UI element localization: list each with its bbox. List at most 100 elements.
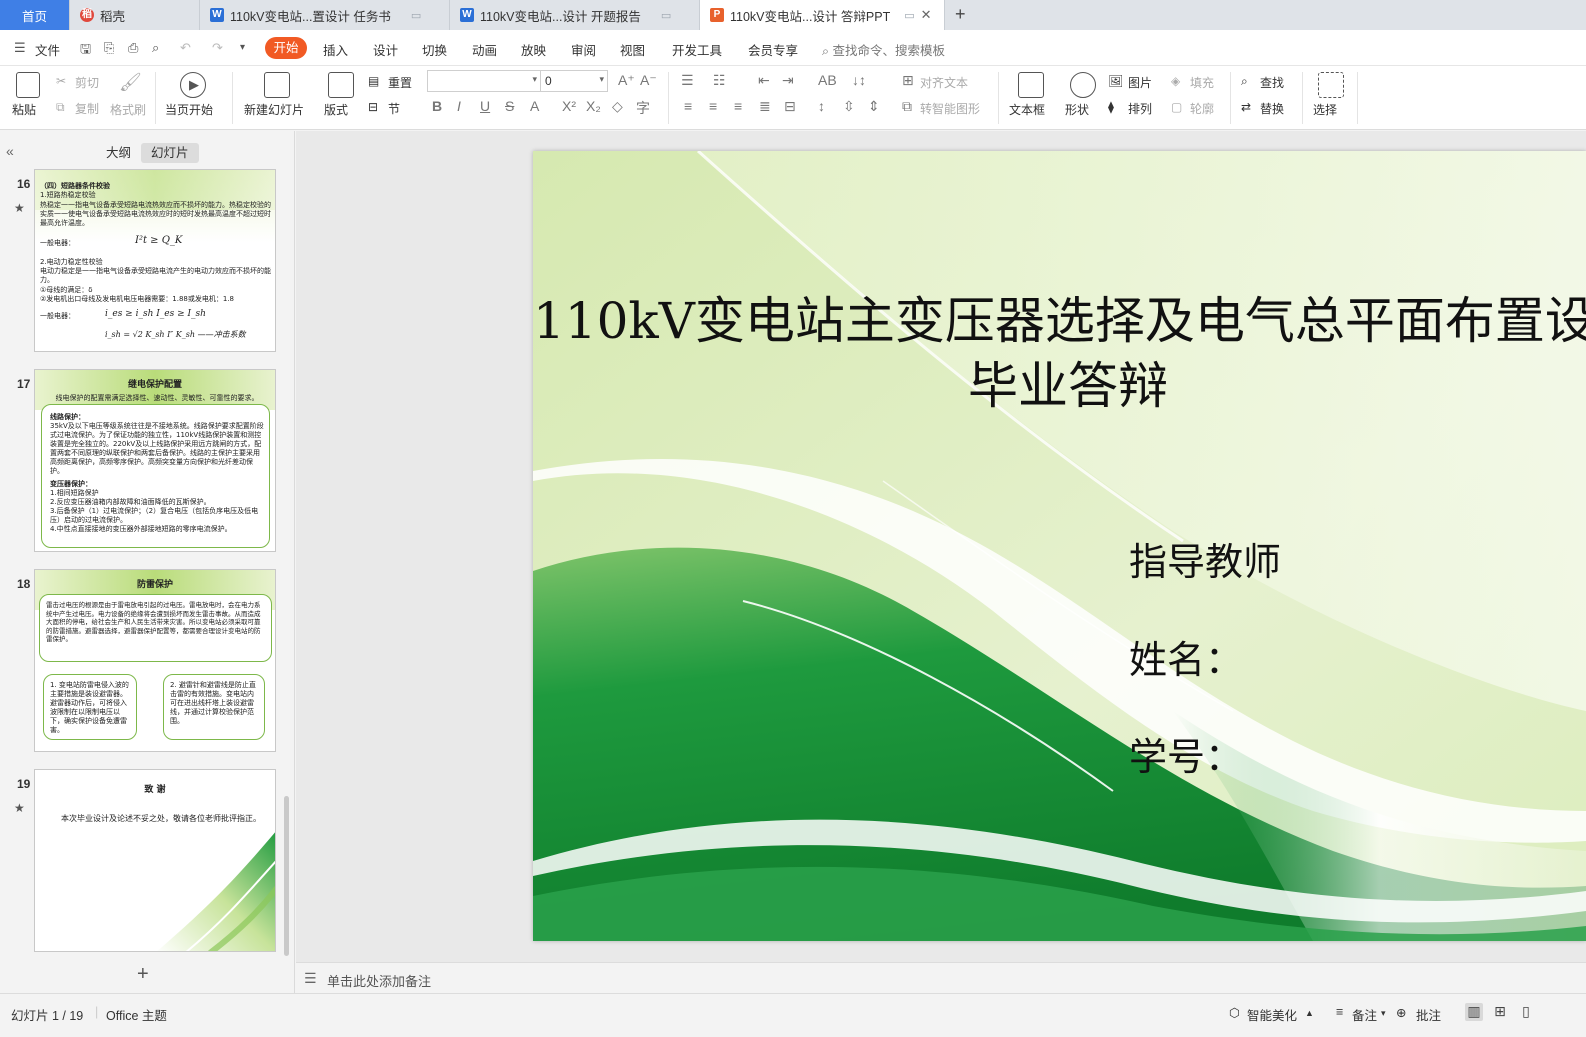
- slide-thumbnail-16[interactable]: （四）短路器条件校验 1.短路热稳定校验 热稳定一一指电气设备承受短路电流热效应…: [34, 169, 276, 352]
- new-slide-icon[interactable]: [264, 72, 290, 98]
- format-painter-button[interactable]: 格式刷: [110, 101, 146, 118]
- current-slide[interactable]: 110kV变电站主变压器选择及电气总平面布置设计 毕业答辩 指导教师 姓名： 学…: [533, 151, 1586, 941]
- align-text-button[interactable]: 对齐文本: [920, 74, 968, 91]
- name-label[interactable]: 姓名：: [1129, 629, 1243, 684]
- replace-button[interactable]: 替换: [1260, 100, 1284, 117]
- phonetic-icon[interactable]: 字: [636, 98, 650, 118]
- export-icon[interactable]: ⎘: [104, 40, 114, 56]
- new-tab-icon[interactable]: +: [955, 4, 966, 25]
- menu-animation[interactable]: 动画: [472, 40, 497, 59]
- distribute-icon[interactable]: ⊟: [784, 98, 796, 115]
- save-icon[interactable]: 🖫: [80, 40, 91, 62]
- advisor-label[interactable]: 指导教师: [1129, 531, 1281, 586]
- find-icon[interactable]: ⌕: [1241, 74, 1248, 89]
- find-button[interactable]: 查找: [1260, 74, 1284, 91]
- tab-close-icon[interactable]: ✕: [921, 7, 932, 23]
- normal-view-icon[interactable]: ▥: [1465, 1003, 1483, 1021]
- reset-button[interactable]: 重置: [388, 74, 412, 91]
- section-icon[interactable]: ⊟: [368, 100, 378, 114]
- beautify-button[interactable]: 智能美化: [1247, 1005, 1297, 1024]
- chevron-up-icon[interactable]: ▲: [1305, 1008, 1314, 1018]
- notes-toggle-button[interactable]: 备注: [1352, 1005, 1377, 1024]
- smart-art-icon[interactable]: ⧉: [902, 98, 912, 115]
- strikethrough-icon[interactable]: S: [505, 98, 514, 114]
- menu-slideshow[interactable]: 放映: [521, 40, 546, 59]
- increase-indent-icon[interactable]: ⇥: [782, 72, 794, 89]
- format-painter-icon[interactable]: 🖌: [119, 72, 142, 93]
- play-icon[interactable]: ▶: [180, 72, 206, 98]
- shapes-icon[interactable]: [1070, 72, 1096, 98]
- tab-defense-ppt[interactable]: P 110kV变电站...设计 答辩PPT ▭ ✕: [700, 0, 945, 30]
- notes-placeholder[interactable]: 单击此处添加备注: [327, 971, 431, 990]
- section-button[interactable]: 节: [388, 100, 400, 117]
- add-slide-icon[interactable]: +: [137, 963, 149, 986]
- tab-task-doc[interactable]: W 110kV变电站...置设计 任务书 ▭: [200, 0, 450, 30]
- font-name-select[interactable]: ▾: [427, 70, 541, 92]
- reading-view-icon[interactable]: ▯: [1517, 1003, 1535, 1021]
- slide-thumbnail-18[interactable]: 防雷保护 雷击过电压的根源是由于雷电放电引起的过电压。雷电放电时，会在电力系统中…: [34, 569, 276, 752]
- increase-font-icon[interactable]: A⁺: [618, 72, 635, 89]
- outline-icon[interactable]: ▢: [1171, 100, 1182, 114]
- slide-thumbnail-17[interactable]: 继电保护配置 线电保护的配置需满足选择性、速动性、灵敏性、可靠性的要求。 线路保…: [34, 369, 276, 552]
- print-preview-icon[interactable]: ⌕: [152, 40, 159, 56]
- menu-review[interactable]: 审阅: [571, 40, 596, 59]
- shapes-button[interactable]: 形状: [1065, 101, 1089, 118]
- fill-icon[interactable]: ◈: [1171, 74, 1180, 88]
- copy-icon[interactable]: ⧉: [56, 100, 65, 115]
- smart-art-button[interactable]: 转智能图形: [920, 100, 980, 117]
- select-button[interactable]: 选择: [1313, 101, 1337, 118]
- align-left-icon[interactable]: ≡: [684, 98, 692, 114]
- arrange-icon[interactable]: ⧫: [1108, 100, 1114, 114]
- play-from-current-button[interactable]: 当页开始: [165, 101, 213, 118]
- columns-icon[interactable]: ⇕: [868, 98, 880, 115]
- tab-pin-icon[interactable]: ▭: [411, 9, 421, 22]
- align-center-icon[interactable]: ≡: [709, 98, 717, 114]
- menu-view[interactable]: 视图: [620, 40, 645, 59]
- quick-access-dropdown-icon[interactable]: ▾: [240, 42, 245, 53]
- command-search[interactable]: ⌕ 查找命令、搜索模板: [822, 40, 945, 59]
- font-color-icon[interactable]: A: [530, 98, 539, 114]
- subscript-icon[interactable]: X₂: [586, 98, 601, 114]
- text-direction-icon[interactable]: AB: [818, 72, 837, 88]
- paragraph-spacing-icon[interactable]: ⇳: [843, 98, 855, 115]
- layout-icon[interactable]: [328, 72, 354, 98]
- tab-home[interactable]: 首页: [0, 0, 70, 30]
- sort-icon[interactable]: ↓↕: [852, 72, 866, 88]
- picture-icon[interactable]: 🖼: [1108, 74, 1123, 88]
- tab-outline[interactable]: 大纲: [96, 143, 141, 163]
- tab-daoke[interactable]: 稻 稻壳: [70, 0, 200, 30]
- numbered-list-icon[interactable]: ☷: [713, 72, 726, 89]
- bullet-list-icon[interactable]: ☰: [681, 72, 694, 89]
- comments-button[interactable]: 批注: [1416, 1005, 1441, 1024]
- decrease-font-icon[interactable]: A⁻: [640, 72, 657, 89]
- tab-slides[interactable]: 幻灯片: [141, 143, 199, 163]
- cut-icon[interactable]: ✂: [56, 74, 66, 88]
- menu-insert[interactable]: 插入: [323, 40, 348, 59]
- align-right-icon[interactable]: ≡: [734, 98, 742, 114]
- redo-icon[interactable]: ↷: [212, 40, 223, 56]
- font-size-select[interactable]: 0 ▾: [540, 70, 608, 92]
- copy-button[interactable]: 复制: [75, 100, 99, 117]
- layout-button[interactable]: 版式: [324, 101, 348, 118]
- clear-format-icon[interactable]: ◇: [612, 98, 623, 115]
- tab-pin-icon[interactable]: ▭: [904, 9, 914, 22]
- cut-button[interactable]: 剪切: [75, 74, 99, 91]
- slide-title[interactable]: 110kV变电站主变压器选择及电气总平面布置设计: [533, 281, 1586, 353]
- theme-name[interactable]: Office 主题: [106, 1005, 167, 1024]
- notes-pane[interactable]: ☰ 单击此处添加备注: [296, 962, 1586, 993]
- fill-button[interactable]: 填充: [1190, 74, 1214, 91]
- collapse-panel-icon[interactable]: «: [6, 143, 14, 159]
- paste-button[interactable]: 粘贴: [12, 101, 36, 118]
- print-icon[interactable]: ⎙: [128, 40, 138, 56]
- menu-member[interactable]: 会员专享: [748, 40, 798, 59]
- arrange-button[interactable]: 排列: [1128, 100, 1152, 117]
- menu-file[interactable]: 文件: [35, 40, 60, 59]
- bold-icon[interactable]: B: [432, 98, 442, 114]
- decrease-indent-icon[interactable]: ⇤: [758, 72, 770, 89]
- panel-scrollbar[interactable]: [284, 796, 289, 956]
- slide-thumbnail-19[interactable]: 致 谢 本次毕业设计及论述不妥之处，敬请各位老师批评指正。: [34, 769, 276, 952]
- undo-icon[interactable]: ↶: [180, 40, 191, 56]
- hamburger-menu-icon[interactable]: ☰: [14, 40, 26, 56]
- tab-proposal-doc[interactable]: W 110kV变电站...设计 开题报告 ▭: [450, 0, 700, 30]
- chevron-down-icon[interactable]: ▾: [1381, 1008, 1386, 1019]
